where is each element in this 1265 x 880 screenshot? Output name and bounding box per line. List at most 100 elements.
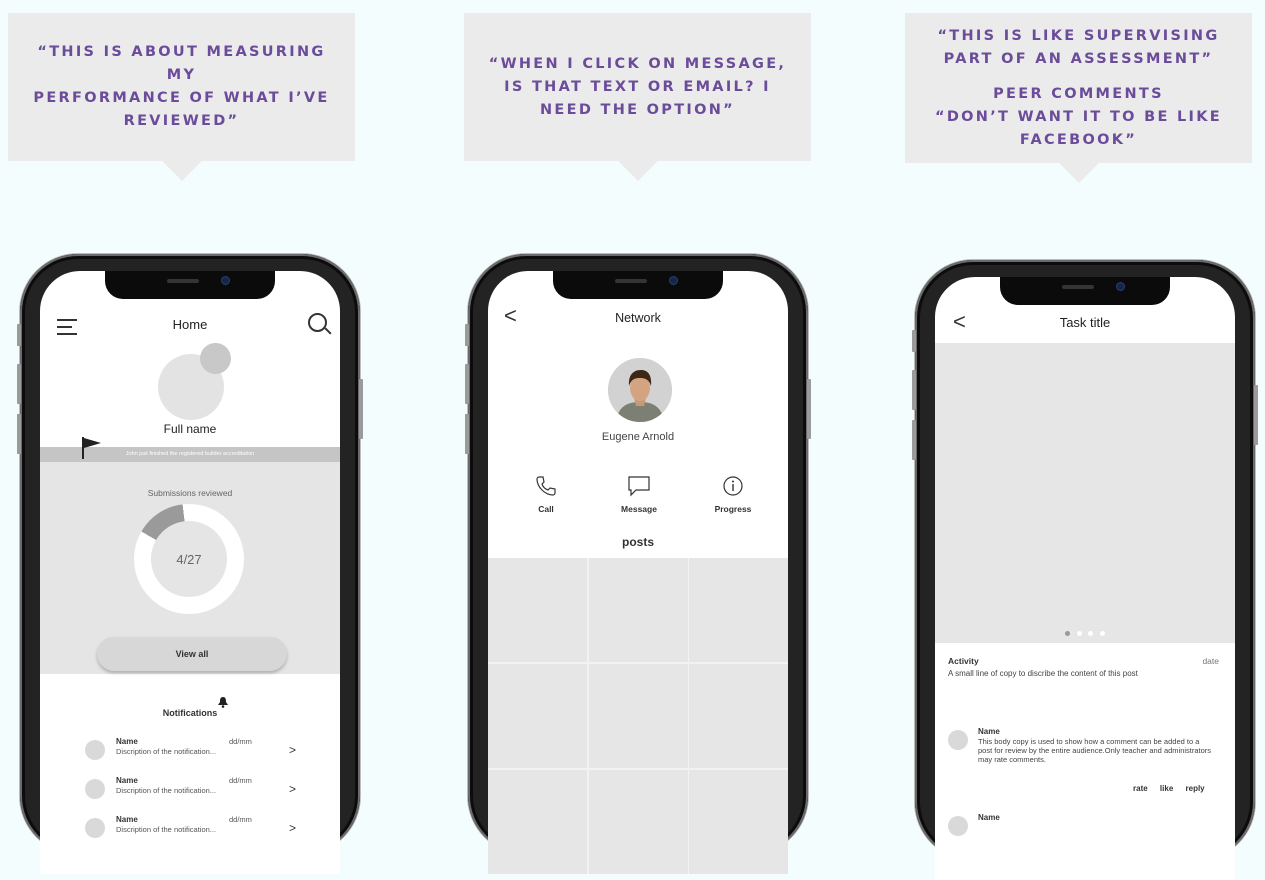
progress-button[interactable]: Progress <box>703 475 763 514</box>
flag-icon <box>82 437 101 459</box>
like-button[interactable]: like <box>1160 784 1173 793</box>
media-carousel[interactable] <box>935 343 1235 643</box>
side-button <box>912 420 916 460</box>
side-button <box>1254 385 1258 445</box>
quote-bubble-2: “WHEN I CLICK ON MESSAGE, IS THAT TEXT O… <box>464 13 811 181</box>
phone-notch <box>105 271 275 299</box>
notifications-title: Notifications <box>162 708 218 718</box>
avatar <box>85 818 105 838</box>
quote-line: “WHEN I CLICK ON MESSAGE, <box>488 55 787 72</box>
quote-line: PERFORMANCE OF WHAT I’VE <box>33 90 330 106</box>
phone-home: Home Full name John just finished the re… <box>17 254 363 874</box>
profile-photo[interactable] <box>608 358 672 422</box>
side-button <box>17 364 21 404</box>
quote-line: “THIS IS ABOUT MEASURING MY <box>37 44 326 83</box>
phone-notch <box>1000 277 1170 305</box>
post-tile[interactable] <box>488 663 587 769</box>
post-tile[interactable] <box>689 663 788 769</box>
call-label: Call <box>538 504 554 514</box>
rate-button[interactable]: rate <box>1133 784 1148 793</box>
reply-button[interactable]: reply <box>1186 784 1205 793</box>
notification-name: Name <box>116 737 138 746</box>
message-icon <box>628 476 650 497</box>
pager-dot[interactable] <box>1099 631 1105 636</box>
comment-item: Name <box>948 813 1218 853</box>
quote-bubble-3: “THIS IS LIKE SUPERVISING PART OF AN ASS… <box>905 13 1252 183</box>
comment-name: Name <box>978 813 1000 822</box>
notification-item[interactable]: Name Discription of the notification... … <box>85 737 305 767</box>
pager-dot[interactable] <box>1088 631 1094 636</box>
page-title: Task title <box>1059 315 1111 330</box>
phone-task: < Task title Activity date A small line … <box>912 260 1258 880</box>
side-button <box>465 364 469 404</box>
full-name: Full name <box>163 422 217 436</box>
post-tile[interactable] <box>689 558 788 663</box>
avatar <box>85 779 105 799</box>
notification-item[interactable]: Name Discription of the notification... … <box>85 815 305 845</box>
search-icon[interactable] <box>308 313 327 332</box>
carousel-pager[interactable] <box>935 623 1235 641</box>
progress-text: 4/27 <box>176 551 202 567</box>
post-tile[interactable] <box>588 769 688 874</box>
posts-title: posts <box>621 535 654 549</box>
chevron-right-icon[interactable]: > <box>289 821 296 835</box>
bell-icon <box>218 697 228 708</box>
post-tile[interactable] <box>488 558 587 663</box>
avatar <box>85 740 105 760</box>
side-button <box>912 370 916 410</box>
phone-network: < Network Eugene Arnold Call Message Pro… <box>465 254 811 874</box>
notification-name: Name <box>116 776 138 785</box>
task-screen: < Task title Activity date A small line … <box>935 277 1235 880</box>
page-title: Network <box>615 311 661 325</box>
activity-date: date <box>1202 656 1219 666</box>
side-button <box>912 330 916 352</box>
network-screen: < Network Eugene Arnold Call Message Pro… <box>488 271 788 874</box>
message-button[interactable]: Message <box>609 475 669 514</box>
submissions-label: Submissions reviewed <box>147 488 233 498</box>
pager-dot[interactable] <box>1065 631 1071 636</box>
notification-date: dd/mm <box>229 815 252 824</box>
notification-date: dd/mm <box>229 737 252 746</box>
phone-icon <box>536 476 556 496</box>
quote-line: REVIEWED” <box>123 113 240 129</box>
comment-item: Name This body copy is used to show how … <box>948 727 1218 797</box>
notification-desc: Discription of the notification... <box>116 786 217 795</box>
avatar[interactable] <box>948 816 968 836</box>
quote-line: PEER COMMENTS <box>993 85 1164 102</box>
side-button <box>807 379 811 439</box>
quote-bubble-1: “THIS IS ABOUT MEASURING MY PERFORMANCE … <box>8 13 355 181</box>
post-tile[interactable] <box>488 769 587 874</box>
post-tile[interactable] <box>588 663 688 769</box>
page-title: Home <box>172 317 208 332</box>
phone-notch <box>553 271 723 299</box>
person-name: Eugene Arnold <box>601 431 675 443</box>
notification-item[interactable]: Name Discription of the notification... … <box>85 776 305 806</box>
avatar[interactable] <box>948 730 968 750</box>
activity-description: A small line of copy to discribe the con… <box>948 669 1138 678</box>
comment-actions: rate like reply <box>1123 784 1205 793</box>
notification-desc: Discription of the notification... <box>116 747 217 756</box>
notification-name: Name <box>116 815 138 824</box>
call-button[interactable]: Call <box>516 475 576 514</box>
notification-date: dd/mm <box>229 776 252 785</box>
pager-dot[interactable] <box>1076 631 1082 636</box>
side-button <box>359 379 363 439</box>
quote-line: PART OF AN ASSESSMENT” <box>943 50 1214 67</box>
quote-line: “DON’T WANT IT TO BE LIKE <box>935 108 1222 125</box>
quote-line: FACEBOOK” <box>1019 131 1138 148</box>
activity-label: Activity <box>948 656 979 666</box>
view-all-button[interactable]: View all <box>97 637 287 671</box>
quote-line: NEED THE OPTION” <box>539 101 736 118</box>
chevron-right-icon[interactable]: > <box>289 782 296 796</box>
quote-line: IS THAT TEXT OR EMAIL? I <box>504 78 771 95</box>
avatar-badge <box>200 343 231 374</box>
message-label: Message <box>621 504 657 514</box>
post-tile[interactable] <box>588 558 688 663</box>
side-button <box>17 324 21 346</box>
comment-name: Name <box>978 727 1000 736</box>
progress-label: Progress <box>714 504 752 514</box>
post-tile[interactable] <box>689 769 788 874</box>
chevron-right-icon[interactable]: > <box>289 743 296 757</box>
home-screen: Home Full name John just finished the re… <box>40 271 340 874</box>
quote-line: “THIS IS LIKE SUPERVISING <box>937 27 1220 44</box>
